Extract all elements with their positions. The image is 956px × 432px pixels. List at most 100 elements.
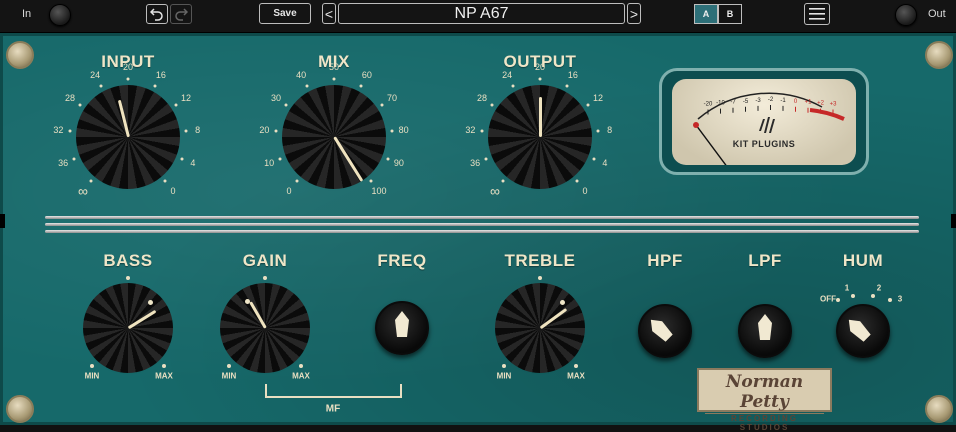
- screw-icon: [925, 395, 953, 423]
- input-tick-label: 4: [190, 158, 196, 169]
- scale-dot: [575, 179, 579, 183]
- side-tab: [0, 214, 5, 228]
- scale-dot: [90, 364, 94, 368]
- scale-dot: [305, 84, 309, 88]
- vu-scale-label: -3: [755, 98, 761, 104]
- scale-dot: [126, 77, 130, 81]
- output-level-knob[interactable]: [895, 4, 917, 26]
- input-tick-label: ∞: [78, 182, 88, 199]
- scale-dot: [596, 129, 600, 133]
- vu-scale-label: +2: [817, 101, 825, 107]
- input-level-knob[interactable]: [49, 4, 71, 26]
- knob-pointer: [248, 301, 267, 329]
- undo-button[interactable]: [146, 4, 168, 24]
- vu-scale-label: 0: [794, 99, 798, 105]
- output-tick-label: 0: [582, 185, 588, 196]
- preset-name-display[interactable]: NP A67: [338, 3, 625, 24]
- side-tab: [951, 214, 956, 228]
- scale-dot: [184, 129, 188, 133]
- mix-tick-label: 10: [264, 158, 275, 169]
- logo-line-2: RECORDING STUDIOS: [705, 413, 824, 432]
- freq-label: FREQ: [377, 251, 427, 270]
- scale-dot: [332, 77, 336, 81]
- vu-scale: -20 -10 -7 -5 -3 -2 -1 0 +1 +2 +3: [693, 92, 845, 165]
- scale-dot: [871, 294, 875, 298]
- ab-a-button[interactable]: A: [694, 4, 718, 24]
- redo-arrow-icon: [175, 8, 188, 21]
- hum-label: HUM: [842, 251, 884, 270]
- center-dot: [538, 276, 542, 280]
- hamburger-menu-icon: [809, 8, 825, 20]
- vu-scale-label: +3: [830, 102, 838, 108]
- scale-dot: [299, 364, 303, 368]
- knob-indicator-icon: [848, 319, 871, 342]
- mix-tick-label: 90: [393, 158, 404, 169]
- lpf-knob[interactable]: [738, 304, 792, 358]
- output-knob[interactable]: [488, 85, 592, 189]
- scale-dot: [592, 157, 596, 161]
- scale-dot: [390, 129, 394, 133]
- output-tick-label: 24: [502, 70, 513, 81]
- vu-brand: KIT PLUGINS: [732, 139, 796, 149]
- gain-label: GAIN: [242, 251, 288, 270]
- mix-tick-label: 50: [328, 62, 340, 72]
- vu-scale-label: -10: [716, 101, 725, 107]
- lpf-label: LPF: [748, 251, 782, 270]
- save-button[interactable]: Save: [259, 3, 311, 24]
- treble-knob[interactable]: [495, 283, 585, 373]
- scale-dot: [369, 179, 373, 183]
- input-knob[interactable]: [76, 85, 180, 189]
- vu-meter: -20 -10 -7 -5 -3 -2 -1 0 +1 +2 +3 KIT PLUGINS: [659, 68, 869, 175]
- output-tick-label: 12: [593, 92, 604, 103]
- output-tick-label: 32: [465, 124, 476, 135]
- freq-knob[interactable]: [375, 301, 429, 355]
- next-preset-button[interactable]: >: [627, 3, 641, 24]
- scale-dot: [227, 364, 231, 368]
- kit-plugins-logo-icon: [759, 117, 775, 133]
- output-tick-label: 16: [567, 70, 578, 81]
- menu-button[interactable]: [804, 3, 830, 25]
- screw-icon: [6, 395, 34, 423]
- prev-preset-button[interactable]: <: [322, 3, 336, 24]
- output-tick-label: 4: [602, 158, 608, 169]
- scale-dot: [163, 179, 167, 183]
- scale-dot: [511, 84, 515, 88]
- knob-marker: [560, 300, 565, 305]
- bass-min-label: MIN: [84, 371, 100, 381]
- gain-knob[interactable]: [220, 283, 310, 373]
- scale-dot: [836, 298, 840, 302]
- scale-dot: [586, 103, 590, 107]
- bass-knob[interactable]: [83, 283, 173, 373]
- vu-peak-led: [693, 122, 699, 128]
- hpf-label: HPF: [647, 251, 683, 270]
- scale-dot: [89, 179, 93, 183]
- mix-tick-label: 0: [286, 185, 292, 196]
- mix-tick-label: 80: [398, 124, 409, 135]
- mix-knob[interactable]: [282, 85, 386, 189]
- scale-dot: [484, 157, 488, 161]
- scale-dot: [851, 294, 855, 298]
- center-dot: [126, 276, 130, 280]
- vu-scale-label: -2: [768, 97, 774, 103]
- scale-dot: [565, 84, 569, 88]
- hum-3-label: 3: [897, 294, 903, 304]
- scale-dot: [888, 298, 892, 302]
- norman-petty-logo: Norman Petty RECORDING STUDIOS: [697, 368, 832, 432]
- input-level-label: In: [22, 8, 32, 20]
- vu-scale-label: -7: [730, 100, 736, 106]
- output-tick-label: 20: [534, 62, 546, 72]
- scale-dot: [153, 84, 157, 88]
- gain-max-label: MAX: [292, 371, 310, 381]
- ab-b-button[interactable]: B: [718, 4, 742, 24]
- hum-knob[interactable]: [836, 304, 890, 358]
- input-tick-label: 24: [90, 70, 101, 81]
- output-tick-label: ∞: [490, 182, 500, 199]
- hum-2-label: 2: [876, 283, 882, 293]
- mix-tick-label: 30: [270, 92, 281, 103]
- vu-scale-label: -5: [743, 99, 749, 105]
- scale-dot: [538, 77, 542, 81]
- scale-dot: [380, 103, 384, 107]
- hpf-knob[interactable]: [638, 304, 692, 358]
- vu-scale-label: -20: [704, 102, 713, 108]
- redo-button[interactable]: [170, 4, 192, 24]
